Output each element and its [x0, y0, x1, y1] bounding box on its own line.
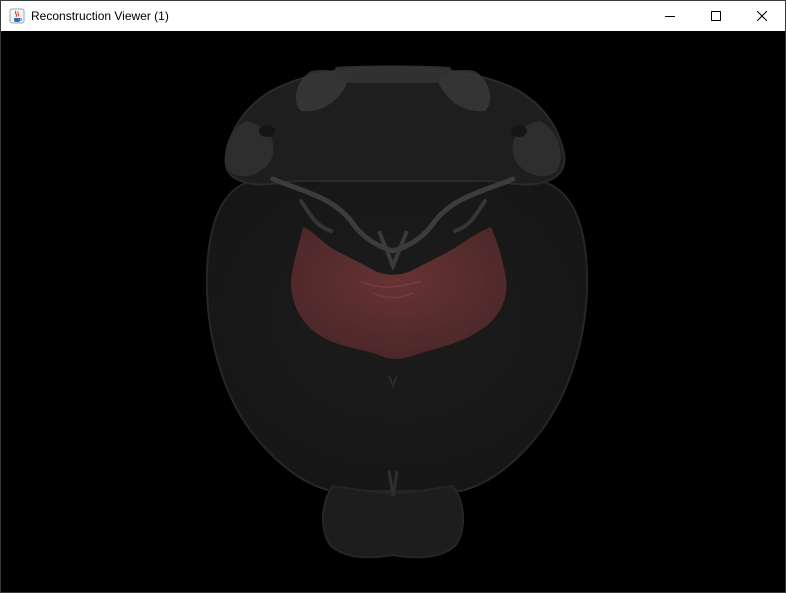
maximize-button[interactable] [693, 1, 739, 31]
cerebellum [321, 484, 465, 559]
minimize-button[interactable] [647, 1, 693, 31]
frontal-lobe [224, 65, 566, 186]
close-button[interactable] [739, 1, 785, 31]
minimize-icon [665, 16, 675, 17]
lateral-hole-left [259, 125, 275, 137]
brain-reconstruction [205, 65, 589, 559]
upper-band [334, 65, 452, 83]
title-bar[interactable]: Reconstruction Viewer (1) [1, 1, 785, 31]
maximize-icon [711, 11, 721, 21]
reconstruction-viewer-window: Reconstruction Viewer (1) [0, 0, 786, 593]
window-title: Reconstruction Viewer (1) [31, 9, 169, 23]
window-controls [647, 1, 785, 31]
java-cup-icon [9, 8, 25, 24]
lateral-hole-right [511, 125, 527, 137]
close-icon [757, 11, 767, 21]
3d-viewport[interactable] [1, 31, 785, 592]
